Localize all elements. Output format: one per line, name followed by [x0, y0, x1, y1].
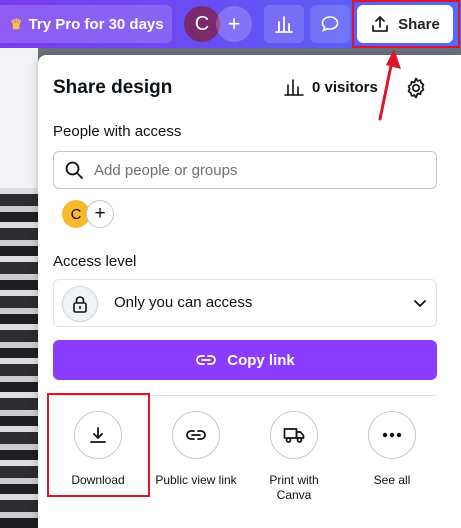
canvas-background-top [0, 48, 38, 188]
search-placeholder: Add people or groups [94, 161, 238, 179]
access-level-label: Access level [53, 253, 137, 270]
link-icon [172, 411, 220, 459]
visitors-button[interactable]: 0 visitors [284, 78, 378, 96]
print-with-canva-action[interactable]: Print with Canva [246, 411, 342, 503]
add-collaborator-button[interactable]: + [216, 6, 252, 42]
truck-icon [270, 411, 318, 459]
try-pro-button[interactable]: ♛ Try Pro for 30 days [0, 5, 172, 43]
print-with-canva-label: Print with Canva [269, 473, 319, 502]
public-view-link-action[interactable]: Public view link [148, 411, 244, 488]
bar-chart-icon [275, 16, 293, 33]
see-all-action[interactable]: See all [344, 411, 440, 488]
people-avatars: C + [62, 200, 122, 230]
comments-button[interactable] [310, 5, 350, 43]
visitors-label: 0 visitors [312, 78, 378, 96]
lock-icon [62, 286, 98, 322]
add-people-input[interactable]: Add people or groups [53, 151, 437, 189]
copy-link-label: Copy link [227, 351, 295, 369]
insights-button[interactable] [264, 5, 304, 43]
people-with-access-label: People with access [53, 123, 182, 140]
chevron-down-icon [414, 300, 426, 307]
link-icon [196, 355, 217, 365]
more-icon [368, 411, 416, 459]
top-toolbar: ♛ Try Pro for 30 days C + Share [0, 0, 461, 48]
bar-chart-icon [284, 79, 304, 96]
panel-title: Share design [53, 77, 173, 98]
arrow-icon [378, 49, 401, 121]
share-highlight-box [352, 0, 460, 48]
copy-link-button[interactable]: Copy link [53, 340, 437, 380]
access-level-dropdown[interactable]: Only you can access [53, 279, 437, 327]
public-view-link-label: Public view link [155, 473, 237, 487]
see-all-label: See all [373, 473, 411, 487]
crown-icon: ♛ [10, 15, 23, 32]
download-highlight-box [47, 393, 150, 497]
access-level-value: Only you can access [114, 294, 253, 311]
try-pro-label: Try Pro for 30 days [28, 15, 164, 33]
search-icon [65, 161, 83, 179]
add-person-button[interactable]: + [86, 200, 114, 228]
comment-icon [321, 16, 339, 33]
